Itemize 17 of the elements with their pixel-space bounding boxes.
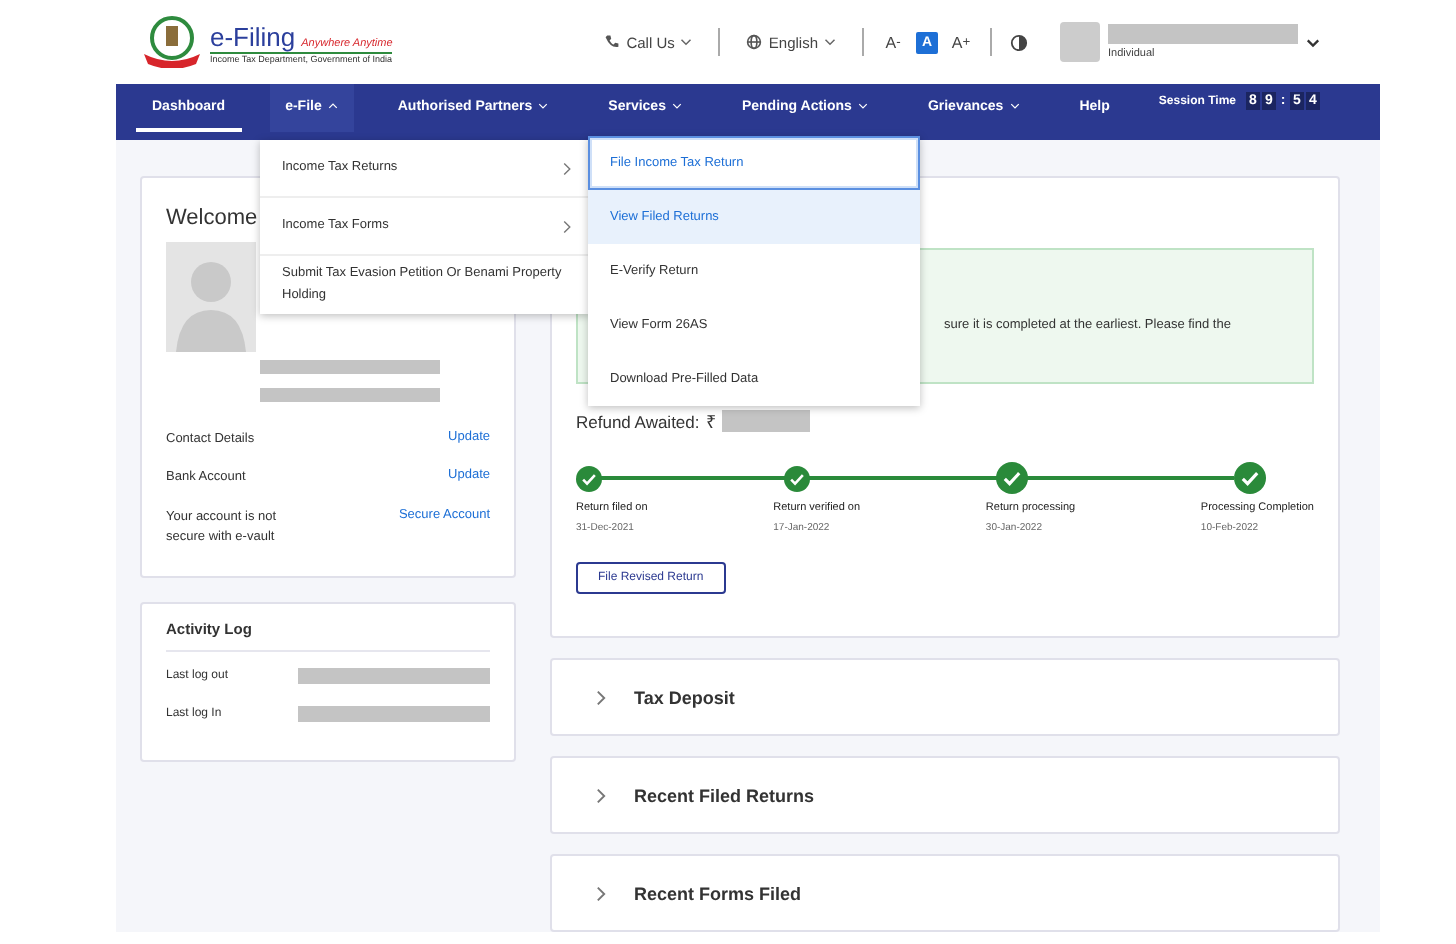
caret-icon[interactable]: [1306, 37, 1320, 47]
caret-icon: [824, 38, 836, 46]
avatar: [1060, 22, 1100, 62]
accordion-header[interactable]: Recent Forms Filed: [550, 854, 1340, 932]
refund-label: Refund Awaited:: [576, 411, 700, 431]
contrast-icon[interactable]: [1010, 33, 1028, 51]
accordion-header[interactable]: Tax Deposit: [550, 658, 1340, 736]
site-title: e-Filing: [210, 21, 296, 51]
currency-symbol: ₹: [705, 410, 716, 434]
redaction-bar: [721, 410, 810, 432]
phone-icon: [604, 34, 621, 50]
avatar-placeholder: [166, 242, 256, 352]
globe-icon: [746, 34, 763, 50]
welcome-heading: Welcome: [166, 206, 258, 230]
accordion-header[interactable]: Recent Filed Returns: [550, 756, 1340, 834]
emblem-logo: [140, 16, 204, 68]
caret-icon: [680, 38, 693, 46]
